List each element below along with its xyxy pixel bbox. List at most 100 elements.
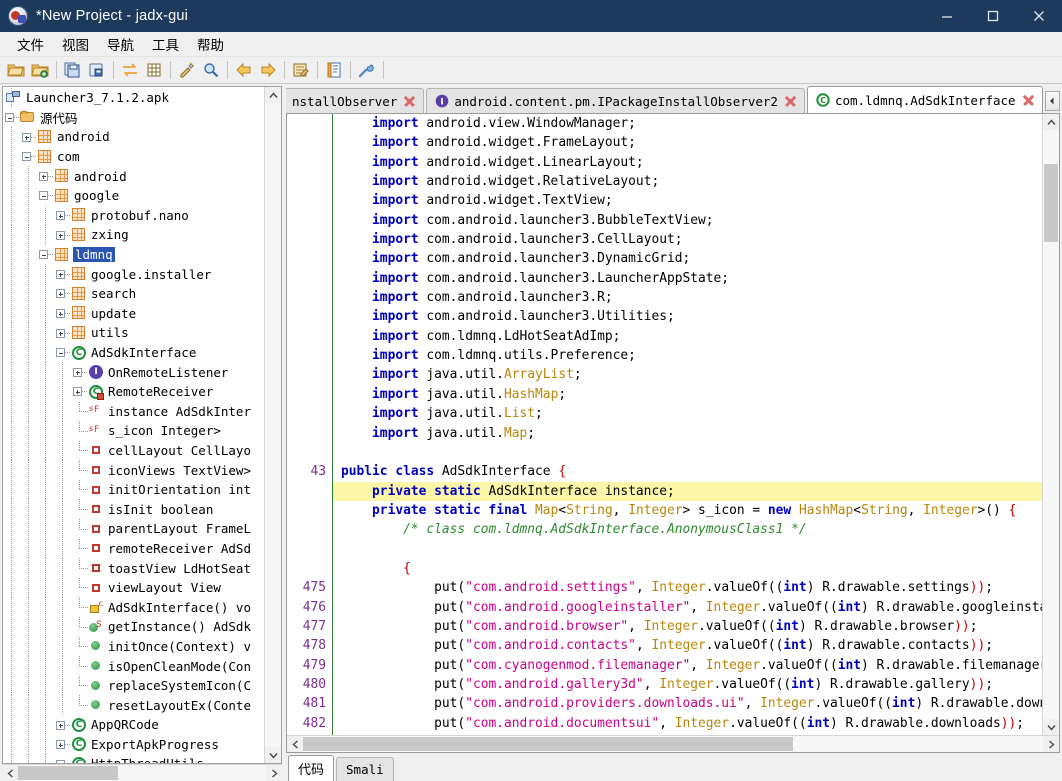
- log-icon[interactable]: [322, 59, 346, 81]
- open-file-icon[interactable]: [4, 59, 28, 81]
- tree-node-field-parentlayout[interactable]: parentLayout FrameL: [3, 519, 264, 539]
- code-line[interactable]: import java.util.ArrayList;: [333, 365, 1042, 384]
- tree-collapse-icon[interactable]: [37, 245, 54, 265]
- code-line[interactable]: put("com.android.googleinstaller", Integ…: [333, 598, 1042, 617]
- bottom-tab-code[interactable]: 代码: [288, 755, 335, 781]
- tree-node-onremotelistener[interactable]: I OnRemoteListener: [3, 362, 264, 382]
- code-horizontal-scrollbar[interactable]: [287, 735, 1059, 752]
- code-line[interactable]: import com.android.launcher3.BubbleTextV…: [333, 211, 1042, 230]
- tree-expand-icon[interactable]: [71, 382, 88, 402]
- tree-expand-icon[interactable]: [54, 715, 71, 735]
- tree-node-ctor-adsdkinterface[interactable]: AdSdkInterface() vo: [3, 597, 264, 617]
- flat-packages-icon[interactable]: [142, 59, 166, 81]
- menu-view[interactable]: 视图: [53, 32, 98, 56]
- code-line[interactable]: import com.android.launcher3.CellLayout;: [333, 230, 1042, 249]
- close-icon[interactable]: [783, 94, 798, 109]
- tree-expand-icon[interactable]: [20, 127, 37, 147]
- menu-tools[interactable]: 工具: [143, 32, 188, 56]
- editor-tab-ipackageinstallobserver2[interactable]: I android.content.pm.IPackageInstallObse…: [426, 88, 805, 113]
- code-line[interactable]: import java.util.Map;: [333, 424, 1042, 443]
- code-line[interactable]: import com.ldmnq.utils.Preference;: [333, 346, 1042, 365]
- close-icon[interactable]: [1021, 93, 1036, 108]
- tree-node-field-iconviews[interactable]: iconViews TextView>: [3, 460, 264, 480]
- menu-navigate[interactable]: 导航: [98, 32, 143, 56]
- tree-node-field-isinit[interactable]: isInit boolean: [3, 499, 264, 519]
- code-viewport[interactable]: 43475476477478479480481482483474 import …: [287, 114, 1042, 735]
- code-line[interactable]: import com.android.launcher3.Utilities;: [333, 307, 1042, 326]
- export-gradle-icon[interactable]: [85, 59, 109, 81]
- code-line[interactable]: /* class com.ldmnq.AdSdkInterface.Anonym…: [333, 520, 1042, 539]
- close-button[interactable]: [1016, 0, 1062, 32]
- tree-collapse-icon[interactable]: [37, 186, 54, 206]
- close-icon[interactable]: [402, 94, 417, 109]
- code-line[interactable]: {: [333, 559, 1042, 578]
- project-tree[interactable]: Launcher3_7.1.2.apk 源代码 android com android g…: [3, 87, 264, 763]
- tree-node-apk[interactable]: Launcher3_7.1.2.apk: [3, 88, 264, 108]
- tree-scroll-down-icon[interactable]: [265, 747, 281, 763]
- menu-help[interactable]: 帮助: [188, 32, 233, 56]
- tree-node-method-replacesystemicon[interactable]: replaceSystemIcon(C: [3, 675, 264, 696]
- tree-node-field-s-icon[interactable]: s_icon Integer>: [3, 421, 264, 441]
- tab-scroll-left-icon[interactable]: [1044, 90, 1060, 111]
- tree-expand-icon[interactable]: [54, 754, 71, 763]
- tree-node-exportapkprogress[interactable]: C ExportApkProgress: [3, 734, 264, 755]
- tree-node-remotereceiver[interactable]: C RemoteReceiver: [3, 381, 264, 402]
- tree-expand-icon[interactable]: [54, 735, 71, 755]
- tree-expand-icon[interactable]: [54, 304, 71, 324]
- tree-node-method-getinstance[interactable]: getInstance() AdSdk: [3, 617, 264, 637]
- code-scroll-left-icon[interactable]: [287, 736, 303, 752]
- tree-node-field-celllayout[interactable]: cellLayout CellLayo: [3, 440, 264, 461]
- tree-node-field-remotereceiver[interactable]: remoteReceiver AdSd: [3, 538, 264, 559]
- bottom-tab-smali[interactable]: Smali: [336, 757, 394, 781]
- code-line[interactable]: private static AdSdkInterface instance;: [333, 481, 1042, 501]
- tree-expand-icon[interactable]: [71, 362, 88, 382]
- tree-node-adsdkinterface[interactable]: C AdSdkInterface: [3, 342, 264, 363]
- code-hscroll-track[interactable]: [303, 736, 1043, 752]
- code-line[interactable]: put("com.cyanogenmod.filemanager", Integ…: [333, 656, 1042, 675]
- sync-icon[interactable]: [118, 59, 142, 81]
- tree-scroll-right-icon[interactable]: [266, 765, 282, 781]
- tree-node-ldmnq[interactable]: ldmnq: [3, 244, 264, 265]
- tree-node-android[interactable]: android: [3, 127, 264, 147]
- search-icon[interactable]: [199, 59, 223, 81]
- tree-node-utils[interactable]: utils: [3, 323, 264, 343]
- back-icon[interactable]: [232, 59, 256, 81]
- preferences-icon[interactable]: [355, 59, 379, 81]
- tree-node-field-viewlayout[interactable]: viewLayout View: [3, 577, 264, 598]
- open-project-icon[interactable]: [28, 59, 52, 81]
- code-line[interactable]: import java.util.HashMap;: [333, 385, 1042, 404]
- code-scroll-track[interactable]: [1043, 130, 1059, 719]
- tree-node-com[interactable]: com: [3, 146, 264, 167]
- tree-vertical-scrollbar[interactable]: [264, 87, 281, 763]
- code-line[interactable]: public class AdSdkInterface {: [333, 462, 1042, 481]
- tree-node-com-google[interactable]: google: [3, 185, 264, 206]
- code-line[interactable]: import android.view.WindowManager;: [333, 114, 1042, 133]
- tree-node-google-installer[interactable]: google.installer: [3, 264, 264, 284]
- menu-file[interactable]: 文件: [8, 32, 53, 56]
- code-line[interactable]: import android.widget.RelativeLayout;: [333, 172, 1042, 191]
- code-line[interactable]: put("jackpal.androidterm", Integer.value…: [333, 733, 1042, 735]
- code-vertical-scrollbar[interactable]: [1042, 114, 1059, 735]
- code-line[interactable]: put("com.android.browser", Integer.value…: [333, 617, 1042, 636]
- tree-hscroll-track[interactable]: [18, 765, 266, 781]
- tree-horizontal-scrollbar[interactable]: [2, 764, 282, 781]
- code-line[interactable]: import com.android.launcher3.DynamicGrid…: [333, 249, 1042, 268]
- tree-node-protobuf-nano[interactable]: protobuf.nano: [3, 205, 264, 226]
- tree-node-zxing[interactable]: zxing: [3, 225, 264, 245]
- tree-node-method-isopencleanmode[interactable]: isOpenCleanMode(Con: [3, 656, 264, 676]
- tree-collapse-icon[interactable]: [3, 108, 20, 128]
- editor-tab-ipackageinstallobserver[interactable]: nstallObserver: [286, 88, 425, 113]
- tree-scroll-track[interactable]: [265, 103, 281, 747]
- tree-node-httpthreadutils[interactable]: CHttpThreadUtils: [3, 754, 264, 763]
- code-scroll-right-icon[interactable]: [1043, 736, 1059, 752]
- code-line[interactable]: import com.android.launcher3.LauncherApp…: [333, 269, 1042, 288]
- tree-expand-icon[interactable]: [54, 206, 71, 226]
- code-line[interactable]: import android.widget.TextView;: [333, 191, 1042, 210]
- tree-expand-icon[interactable]: [54, 284, 71, 304]
- editor-tab-adsdkinterface[interactable]: C com.ldmnq.AdSdkInterface: [806, 86, 1043, 113]
- tree-viewport[interactable]: Launcher3_7.1.2.apk 源代码 android com android g…: [3, 87, 264, 763]
- code-line[interactable]: put("com.android.providers.downloads.ui"…: [333, 694, 1042, 713]
- forward-icon[interactable]: [256, 59, 280, 81]
- tree-node-field-initorientation[interactable]: initOrientation int: [3, 479, 264, 500]
- code-line[interactable]: put("com.android.contacts", Integer.valu…: [333, 636, 1042, 655]
